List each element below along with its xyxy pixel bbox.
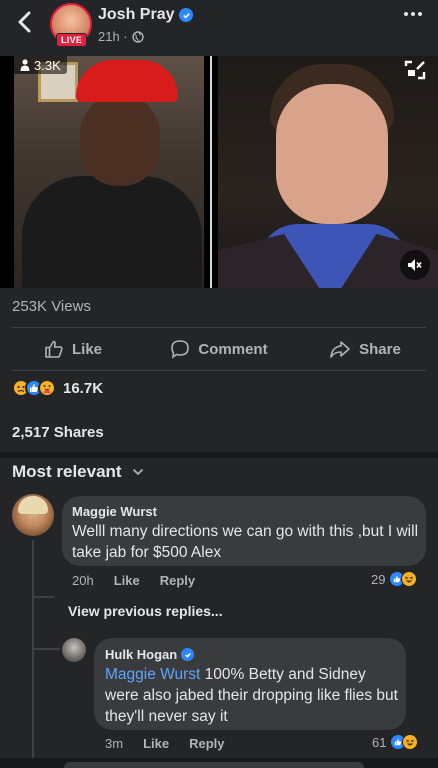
like-button[interactable]: Like xyxy=(0,328,146,370)
reply-time: 3m xyxy=(105,736,124,751)
share-icon xyxy=(330,341,350,358)
share-count[interactable]: 2,517 Shares xyxy=(12,424,104,441)
post-time: 21h · xyxy=(98,29,128,44)
viewer-count: 3.3K xyxy=(34,57,61,73)
speaker-muted-icon xyxy=(408,259,422,271)
comment-composer-edge xyxy=(0,758,438,768)
reply-reply-link[interactable]: Reply xyxy=(189,736,224,751)
reply-author-label: Hulk Hogan xyxy=(105,647,178,662)
verified-badge-icon xyxy=(179,8,194,22)
share-label: Share xyxy=(359,340,401,358)
comment-text: Welll many directions we can go with thi… xyxy=(72,523,419,561)
reply-mention-link[interactable]: Maggie Wurst xyxy=(105,666,200,683)
live-video[interactable]: 3.3K xyxy=(0,56,438,288)
comment-sort-dropdown[interactable]: Most relevant xyxy=(12,462,144,482)
comment-sort-label: Most relevant xyxy=(12,462,122,481)
viewer-count-badge: 3.3K xyxy=(14,56,67,74)
comment-author[interactable]: Maggie Wurst xyxy=(72,504,157,519)
person-icon xyxy=(20,59,30,71)
reaction-count: 16.7K xyxy=(63,379,104,397)
thumbs-up-icon xyxy=(45,340,63,358)
comment-time: 20h xyxy=(72,573,94,588)
reply-reactions[interactable]: 61 xyxy=(372,734,419,750)
minimize-icon[interactable] xyxy=(404,60,426,80)
live-badge: LIVE xyxy=(56,33,88,47)
reply-bubble: Hulk Hogan Maggie Wurst 100% Betty and S… xyxy=(94,638,406,730)
chevron-down-icon xyxy=(132,468,143,476)
reply-like-link[interactable]: Like xyxy=(143,736,169,751)
comment-bubble: Maggie Wurst Welll many directions we ca… xyxy=(62,496,426,566)
comment-reaction-count: 29 xyxy=(371,571,386,587)
reply-reaction-count: 61 xyxy=(372,734,387,750)
comment-icon xyxy=(171,340,190,359)
reply-text: Maggie Wurst 100% Betty and Sidney were … xyxy=(105,664,401,727)
haha-reaction-icon xyxy=(401,571,418,587)
view-previous-replies-link[interactable]: View previous replies... xyxy=(68,603,223,619)
post-meta: 21h · xyxy=(98,29,144,44)
video-left-pane xyxy=(14,56,204,288)
comment-label: Comment xyxy=(198,340,268,358)
comment-like-link[interactable]: Like xyxy=(114,573,140,588)
comment-button[interactable]: Comment xyxy=(146,328,292,370)
post-header: LIVE Josh Pray 21h · xyxy=(0,0,438,50)
like-label: Like xyxy=(71,340,102,358)
view-count: 253K Views xyxy=(12,298,91,315)
haha-reaction-icon xyxy=(402,734,419,750)
comment-reactions[interactable]: 29 xyxy=(371,571,418,587)
reactions-summary[interactable]: 16.7K xyxy=(12,379,103,397)
commenter-avatar[interactable] xyxy=(12,494,54,536)
more-icon[interactable] xyxy=(404,12,422,16)
post-action-bar: Like Comment Share xyxy=(0,328,438,370)
reply-avatar[interactable] xyxy=(62,638,86,662)
reply-author[interactable]: Hulk Hogan xyxy=(105,647,195,662)
poster-name-label: Josh Pray xyxy=(98,6,175,23)
mute-button[interactable] xyxy=(400,250,430,280)
chevron-left-icon[interactable] xyxy=(14,8,36,36)
globe-icon xyxy=(131,30,144,43)
reply-actions: 3m Like Reply xyxy=(105,736,224,751)
comment-reply-link[interactable]: Reply xyxy=(160,573,195,588)
share-button[interactable]: Share xyxy=(292,328,438,370)
verified-badge-icon xyxy=(181,648,195,661)
care-reaction-icon xyxy=(38,379,56,397)
poster-name[interactable]: Josh Pray xyxy=(98,6,194,24)
comment-actions: 20h Like Reply xyxy=(72,573,195,588)
